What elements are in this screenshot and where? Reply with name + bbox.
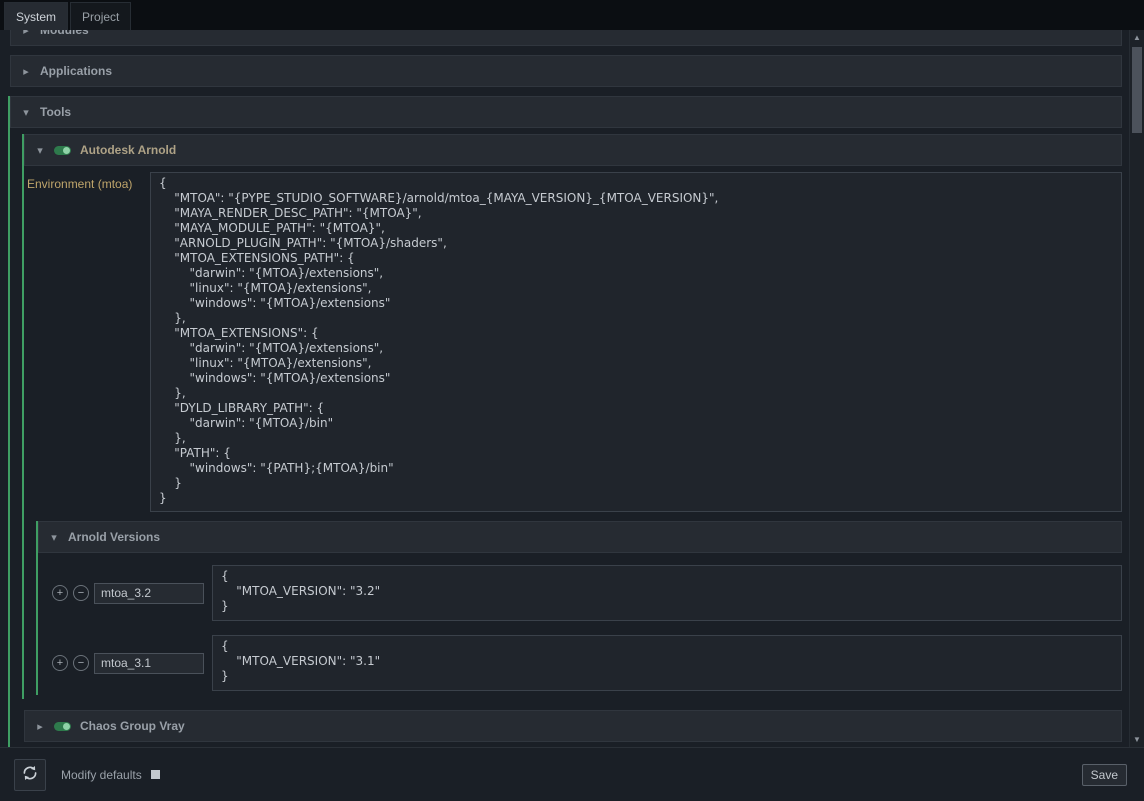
settings-scroll-area: ▸ Modules ▸ Applications ▾ Tools xyxy=(0,30,1144,748)
section-header-arnold-versions[interactable]: ▾ Arnold Versions xyxy=(38,521,1122,553)
version-key-input[interactable] xyxy=(94,583,204,604)
save-button[interactable]: Save xyxy=(1082,764,1127,786)
section-applications: ▸ Applications xyxy=(8,55,1122,87)
settings-content: ▸ Modules ▸ Applications ▾ Tools xyxy=(0,30,1129,747)
section-title-chaos-group-vray: Chaos Group Vray xyxy=(80,719,185,733)
environment-label: Environment (mtoa) xyxy=(24,172,150,191)
modify-defaults-label: Modify defaults xyxy=(61,768,142,782)
section-header-applications[interactable]: ▸ Applications xyxy=(10,55,1122,87)
section-header-modules[interactable]: ▸ Modules xyxy=(10,30,1122,46)
tools-body: ▾ Autodesk Arnold Environment (mtoa) { "… xyxy=(10,128,1122,747)
tab-project[interactable]: Project xyxy=(70,2,131,30)
refresh-icon xyxy=(21,764,39,785)
chevron-right-icon: ▸ xyxy=(21,65,31,78)
section-header-tools[interactable]: ▾ Tools xyxy=(10,96,1122,128)
section-modules: ▸ Modules xyxy=(8,30,1122,46)
settings-window: System Project ▸ Modules ▸ Applications xyxy=(0,0,1144,801)
chevron-right-icon: ▸ xyxy=(35,720,45,733)
footer-bar: Modify defaults Save xyxy=(0,748,1144,801)
section-header-chaos-group-vray[interactable]: ▸ Chaos Group Vray xyxy=(24,710,1122,742)
chevron-down-icon: ▾ xyxy=(35,144,45,157)
remove-version-button[interactable]: − xyxy=(73,655,89,671)
modify-defaults-checkbox[interactable] xyxy=(151,770,160,779)
scroll-down-icon[interactable]: ▼ xyxy=(1130,732,1144,747)
section-title-autodesk-arnold: Autodesk Arnold xyxy=(80,143,176,157)
version-row: + − { "MTOA_VERSION": "3.1" } xyxy=(52,635,1122,691)
section-chaos-group-vray: ▸ Chaos Group Vray xyxy=(22,710,1122,742)
version-json-editor[interactable]: { "MTOA_VERSION": "3.1" } xyxy=(212,635,1122,691)
chevron-down-icon: ▾ xyxy=(21,106,31,119)
remove-version-button[interactable]: − xyxy=(73,585,89,601)
section-title-modules: Modules xyxy=(40,30,89,37)
version-key-input[interactable] xyxy=(94,653,204,674)
add-version-button[interactable]: + xyxy=(52,655,68,671)
chevron-right-icon: ▸ xyxy=(21,30,31,37)
enabled-toggle[interactable] xyxy=(54,722,71,731)
refresh-button[interactable] xyxy=(14,759,46,791)
arnold-versions-body: + − { "MTOA_VERSION": "3.2" } + − xyxy=(38,565,1122,695)
enabled-toggle[interactable] xyxy=(54,146,71,155)
tab-system[interactable]: System xyxy=(4,2,68,30)
section-title-tools: Tools xyxy=(40,105,71,119)
chevron-down-icon: ▾ xyxy=(49,531,59,544)
version-json-editor[interactable]: { "MTOA_VERSION": "3.2" } xyxy=(212,565,1122,621)
section-header-autodesk-arnold[interactable]: ▾ Autodesk Arnold xyxy=(24,134,1122,166)
section-arnold-versions: ▾ Arnold Versions + − { "MTOA_VERSION": … xyxy=(36,521,1122,695)
arnold-body: Environment (mtoa) { "MTOA": "{PYPE_STUD… xyxy=(24,166,1122,699)
environment-row: Environment (mtoa) { "MTOA": "{PYPE_STUD… xyxy=(24,172,1122,512)
section-title-applications: Applications xyxy=(40,64,112,78)
environment-json-editor[interactable]: { "MTOA": "{PYPE_STUDIO_SOFTWARE}/arnold… xyxy=(150,172,1122,512)
version-row: + − { "MTOA_VERSION": "3.2" } xyxy=(52,565,1122,621)
add-version-button[interactable]: + xyxy=(52,585,68,601)
scroll-up-icon[interactable]: ▲ xyxy=(1130,30,1144,45)
scrollbar-thumb[interactable] xyxy=(1132,47,1142,133)
section-title-arnold-versions: Arnold Versions xyxy=(68,530,160,544)
section-tools: ▾ Tools ▾ Autodesk Arnold xyxy=(8,96,1122,747)
section-autodesk-arnold: ▾ Autodesk Arnold Environment (mtoa) { "… xyxy=(22,134,1122,699)
tab-bar: System Project xyxy=(0,0,1144,30)
vertical-scrollbar[interactable]: ▲ ▼ xyxy=(1129,30,1144,747)
